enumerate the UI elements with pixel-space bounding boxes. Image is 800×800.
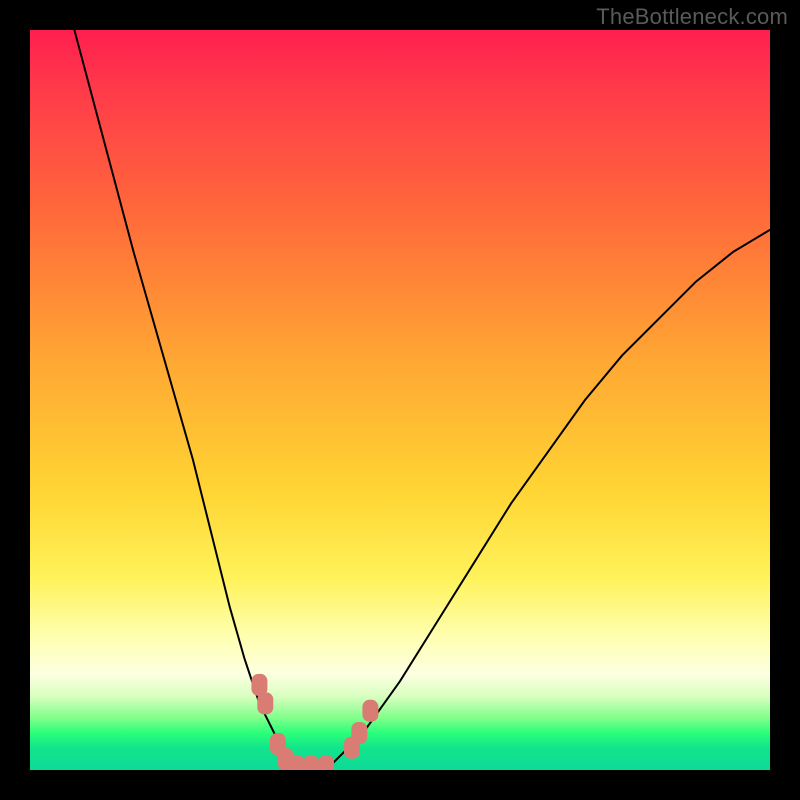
- plot-area: [30, 30, 770, 770]
- markers-layer: [251, 674, 378, 770]
- marker-point: [257, 692, 273, 714]
- marker-point: [288, 755, 304, 770]
- chart-frame: TheBottleneck.com: [0, 0, 800, 800]
- chart-svg: [30, 30, 770, 770]
- marker-point: [362, 700, 378, 722]
- marker-point: [318, 755, 334, 770]
- marker-point: [351, 722, 367, 744]
- curve-layer: [74, 30, 770, 770]
- marker-point: [303, 755, 319, 770]
- watermark-text: TheBottleneck.com: [596, 4, 788, 30]
- bottleneck-curve: [74, 30, 770, 770]
